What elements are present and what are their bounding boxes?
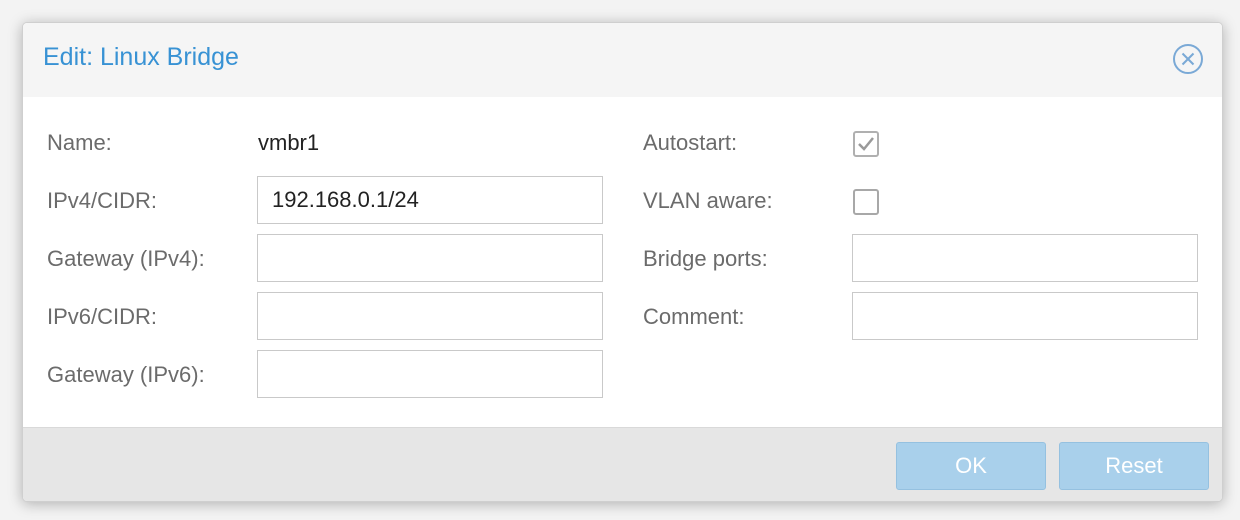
bridge-ports-input[interactable] <box>852 234 1198 282</box>
vlan-aware-label: VLAN aware: <box>643 188 773 213</box>
autostart-checkbox[interactable] <box>853 131 879 157</box>
vlan-aware-checkbox[interactable] <box>853 189 879 215</box>
gateway-ipv4-label: Gateway (IPv4): <box>47 246 205 271</box>
checkmark-icon <box>858 137 874 151</box>
close-icon[interactable] <box>1172 43 1204 75</box>
edit-linux-bridge-dialog: Edit: Linux Bridge Name: vmbr1 IPv4/CIDR… <box>22 22 1223 502</box>
ipv4-cidr-input[interactable] <box>257 176 603 224</box>
gateway-ipv6-label: Gateway (IPv6): <box>47 362 205 387</box>
reset-button[interactable]: Reset <box>1059 442 1209 490</box>
comment-label: Comment: <box>643 304 745 329</box>
gateway-ipv4-input[interactable] <box>257 234 603 282</box>
ipv4-label: IPv4/CIDR: <box>47 188 158 213</box>
dialog-titlebar: Edit: Linux Bridge <box>23 23 1222 97</box>
name-label: Name: <box>47 130 112 155</box>
autostart-label: Autostart: <box>643 130 738 155</box>
ipv6-label: IPv6/CIDR: <box>47 304 158 329</box>
comment-input[interactable] <box>852 292 1198 340</box>
bridge-ports-label: Bridge ports: <box>643 246 768 271</box>
dialog-footer: OK Reset <box>23 427 1222 501</box>
dialog-title: Edit: Linux Bridge <box>43 43 239 71</box>
dialog-body: Name: vmbr1 IPv4/CIDR: Gateway (IPv4): I… <box>23 97 1222 428</box>
ipv6-cidr-input[interactable] <box>257 292 603 340</box>
name-value: vmbr1 <box>258 130 320 155</box>
gateway-ipv6-input[interactable] <box>257 350 603 398</box>
ok-button[interactable]: OK <box>896 442 1046 490</box>
